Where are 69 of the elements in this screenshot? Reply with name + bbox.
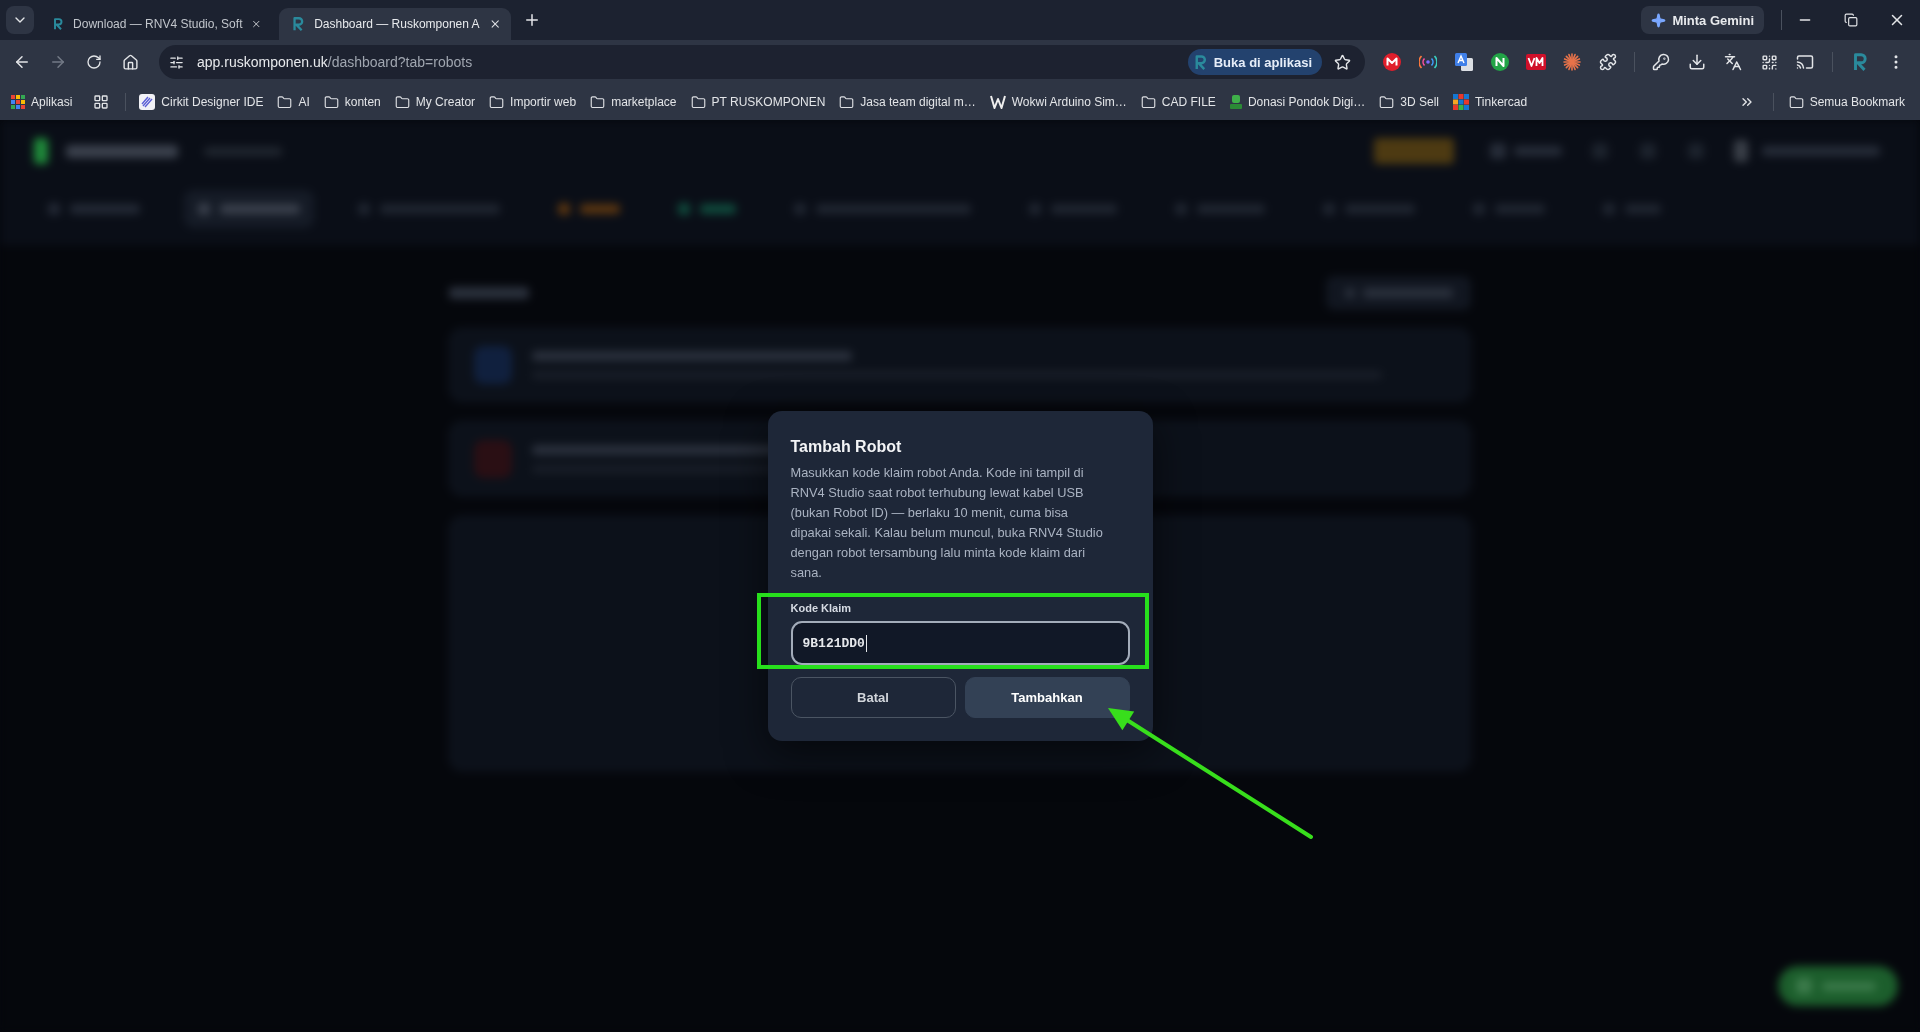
dialog-description: Masukkan kode klaim robot Anda. Kode ini tampil di RNV4 Studio saat robot terhubung lewat kabel USB (bukan Robot ID) — berlaku 10 menit, cuma bisa dipakai sekali. Kalau belum muncul, buka RNV4 Studio dengan robot tersambung lalu minta kode klaim dari sana. [790, 464, 1104, 582]
password-key-icon[interactable] [1652, 53, 1670, 71]
cast-icon[interactable] [1796, 53, 1814, 71]
folder-icon [839, 94, 855, 110]
back-icon[interactable] [13, 53, 31, 71]
bookmark-item[interactable]: Wokwi Arduino Sim… [982, 88, 1134, 116]
url-text: app.ruskomponen.uk/dashboard?tab=robots [197, 54, 473, 70]
text-cursor-icon [865, 634, 867, 652]
bookmark-item[interactable]: Importir web [482, 88, 584, 116]
extensions-icon[interactable] [1599, 53, 1617, 71]
address-field[interactable]: app.ruskomponen.uk/dashboard?tab=robots Buka di aplikasi [159, 45, 1365, 79]
zigzag-logo-icon [989, 95, 1006, 109]
add-button[interactable]: Tambahkan [964, 677, 1130, 718]
bookmark-item[interactable]: Jasa team digital m… [832, 88, 983, 116]
folder-icon [1379, 94, 1395, 110]
profile-logo-icon[interactable] [1851, 53, 1869, 71]
favicon-icon [52, 16, 65, 32]
figure-icon [1229, 95, 1242, 109]
qr-code-icon[interactable] [1760, 53, 1778, 71]
new-tab-icon[interactable] [523, 11, 541, 29]
bookmark-item[interactable]: AI [270, 88, 317, 116]
folder-icon [590, 94, 606, 110]
dialog-title: Tambah Robot [790, 437, 903, 457]
bookmark-item[interactable]: CAD FILE [1133, 88, 1223, 116]
field-label: Kode Klaim [790, 601, 851, 616]
bookmark-item[interactable]: Tinkercad [1445, 88, 1535, 116]
download-icon[interactable] [1688, 53, 1706, 71]
m-logo-icon[interactable] [1383, 53, 1401, 71]
folder-icon [1788, 94, 1804, 110]
asterisk-burst-icon[interactable] [1563, 53, 1581, 71]
bookmark-item[interactable]: Donasi Pondok Digi… [1222, 88, 1373, 116]
translate-icon[interactable] [1455, 53, 1473, 71]
bookmark-item[interactable]: Cirkit Designer IDE [132, 88, 271, 116]
signal-waves-icon[interactable] [1419, 55, 1437, 69]
translate-page-icon[interactable] [1724, 53, 1742, 71]
bookmark-item[interactable]: PT RUSKOMPONEN [683, 88, 833, 116]
tab-groups-icon[interactable] [93, 94, 110, 110]
bookmark-item[interactable]: 3D Sell [1372, 88, 1446, 116]
folder-icon [394, 94, 410, 110]
folder-icon [323, 94, 339, 110]
bookmark-item[interactable]: marketplace [583, 88, 684, 116]
browser-tab[interactable]: Dashboard — Ruskomponen A [279, 8, 511, 40]
gemini-button[interactable]: Minta Gemini [1641, 6, 1764, 34]
site-info-icon[interactable] [168, 54, 184, 70]
bookmark-item[interactable]: Aplikasi [4, 88, 80, 116]
home-icon[interactable] [121, 53, 139, 71]
folder-icon [277, 94, 293, 110]
claim-code-field[interactable]: 9B121DD0 [790, 621, 1130, 665]
folder-icon [489, 94, 505, 110]
vm-logo-icon[interactable] [1526, 54, 1546, 70]
cancel-button[interactable]: Batal [790, 677, 956, 718]
apps-grid-icon [11, 95, 25, 109]
folder-icon [690, 94, 706, 110]
favicon-icon [291, 16, 306, 32]
bookmark-item[interactable]: My Creator [387, 88, 483, 116]
n-logo-icon[interactable] [1491, 53, 1509, 71]
reload-icon[interactable] [86, 54, 102, 70]
pen-tile-icon [139, 94, 156, 110]
browser-tab[interactable]: Download — RNV4 Studio, Soft [40, 8, 272, 40]
bookmark-star-icon[interactable] [1333, 53, 1351, 71]
bookmark-item[interactable]: konten [316, 88, 388, 116]
bookmark-item[interactable]: Semua Bookmark [1781, 88, 1912, 116]
open-in-app-button[interactable]: Buka di aplikasi [1187, 49, 1322, 75]
tab-search-button[interactable] [6, 6, 34, 34]
sparkle-icon [1651, 12, 1667, 28]
folder-icon [1140, 94, 1156, 110]
forward-icon[interactable] [49, 53, 67, 71]
restore-icon[interactable] [1844, 13, 1858, 27]
blocks-logo-icon [1452, 94, 1469, 110]
